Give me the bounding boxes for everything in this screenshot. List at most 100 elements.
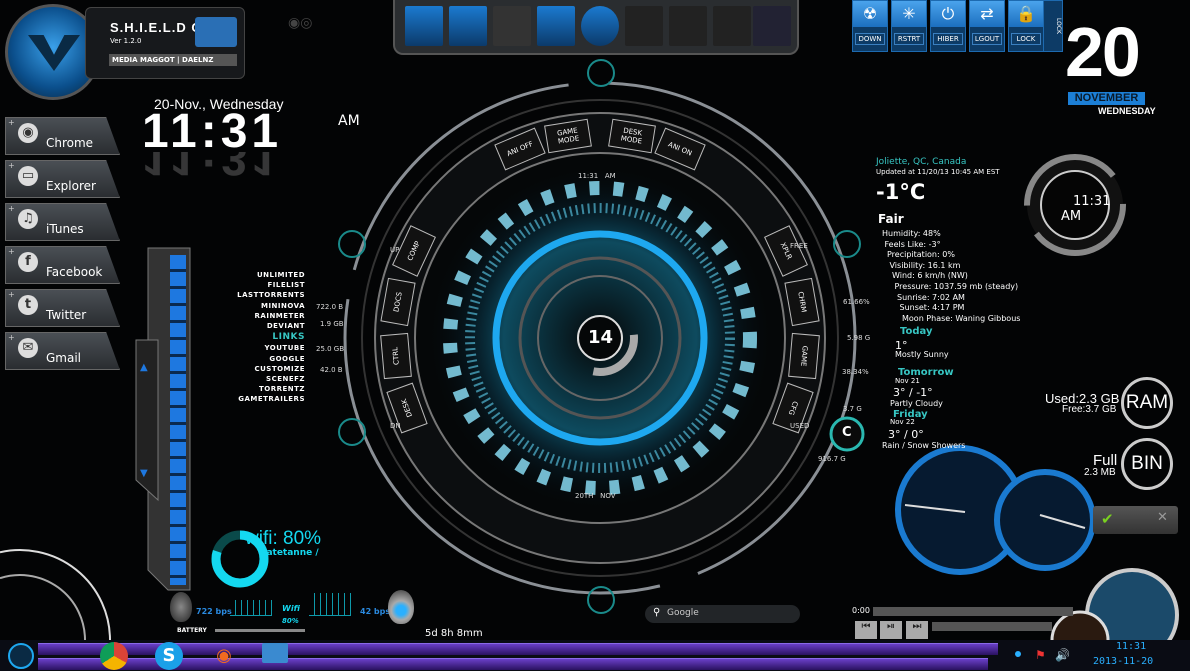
dock-item-explorer[interactable]: + ▭ Explorer — [5, 160, 120, 198]
player-time: 0:00 — [852, 606, 870, 615]
weather-detail: Sunset: 4:17 PM — [899, 303, 965, 313]
server-icon[interactable] — [493, 6, 531, 46]
disk-free: 3.7 G — [843, 405, 862, 413]
power-button-hiber[interactable]: ⏻ HIBER — [930, 0, 966, 52]
chrome-taskbar-icon[interactable] — [100, 642, 128, 670]
clock-time: 11:31 — [142, 105, 283, 158]
hiber-icon: ⏻ — [931, 1, 965, 27]
settings-icon[interactable]: ◉◎ — [288, 16, 322, 30]
volume-bar[interactable] — [932, 622, 1052, 631]
power-button-lgout[interactable]: ⇄ LGOUT — [969, 0, 1005, 52]
link-deviant[interactable]: DEVIANT — [215, 322, 305, 330]
calendar-weekday: WEDNESDAY — [1098, 106, 1156, 116]
link-stat: 25.0 GB — [316, 345, 345, 353]
hud-label-dn: DN — [390, 422, 401, 430]
drive-letter: C — [842, 425, 852, 440]
weather-detail: Feels Like: -3° — [884, 239, 941, 249]
play-pause-button[interactable]: ⏯ — [880, 621, 902, 639]
wifi-mid-percent: 80% — [282, 617, 299, 625]
search-box[interactable]: ⚲ Google — [645, 605, 800, 623]
calendar-month: NOVEMBER — [1068, 92, 1145, 105]
link-filelist[interactable]: FILELIST — [215, 281, 305, 289]
lock-icon: 🔒 — [1009, 1, 1043, 27]
toggle-switch[interactable]: ✔ ✕ — [1093, 506, 1178, 534]
mail-icon: ✉ — [18, 338, 38, 358]
link-google[interactable]: GOOGLE — [215, 355, 305, 363]
link-mininova[interactable]: MININOVA — [215, 302, 305, 310]
link-unlimited[interactable]: UNLIMITED — [215, 271, 305, 279]
forecast-condition: Partly Cloudy — [890, 399, 943, 408]
link-gametrailers[interactable]: GAMETRAILERS — [215, 395, 305, 403]
taskbar-time[interactable]: 11:31 — [1116, 641, 1146, 653]
previous-button[interactable]: ⏮ — [855, 621, 877, 639]
link-rainmeter[interactable]: RAINMETER — [215, 312, 305, 320]
skype-taskbar-icon[interactable]: S — [155, 642, 183, 670]
document-icon[interactable] — [537, 6, 575, 46]
chrome-icon: ◉ — [18, 123, 38, 143]
folder-icon: ▭ — [18, 166, 38, 186]
link-stat: 42.0 B — [320, 366, 343, 374]
tower-icon[interactable] — [713, 6, 751, 46]
dock-item-facebook[interactable]: + f Facebook — [5, 246, 120, 284]
wifi-mid-label: Wifi — [282, 604, 300, 613]
twitter-icon: t — [18, 295, 38, 315]
dock-item-chrome[interactable]: + ◉ Chrome — [5, 117, 120, 155]
wifi-ssid: patetanne / — [260, 548, 319, 558]
dock-item-gmail[interactable]: + ✉ Gmail — [5, 332, 120, 370]
hud-button-ctrl[interactable]: CTRL — [379, 332, 412, 379]
forecast-date: Nov 22 — [890, 418, 915, 426]
scroll-down-icon[interactable]: ▼ — [140, 468, 148, 479]
link-youtube[interactable]: YOUTUBE — [215, 344, 305, 352]
clock-time-reflection: 11:31 — [142, 152, 283, 182]
bin-size: 2.3 MB — [1084, 467, 1116, 478]
search-input[interactable]: Google — [667, 608, 699, 618]
power-button-down[interactable]: ☢ DOWN — [852, 0, 888, 52]
power-button-rstrt[interactable]: ✳ RSTRT — [891, 0, 927, 52]
dock-item-itunes[interactable]: + ♫ iTunes — [5, 203, 120, 241]
weather-detail: Sunrise: 7:02 AM — [897, 292, 965, 302]
hud-label-free: FREE — [790, 242, 808, 250]
link-customize[interactable]: CUSTOMIZE — [215, 365, 305, 373]
recycle-bin-button[interactable]: BIN — [1121, 438, 1173, 490]
speaker-icon[interactable]: 🔊 — [1055, 648, 1070, 662]
user-icon[interactable] — [581, 6, 619, 46]
ram-button[interactable]: RAM — [1121, 377, 1173, 429]
apple-icon[interactable] — [195, 17, 237, 47]
power-button-label: RSTRT — [894, 33, 924, 45]
link-torrentz[interactable]: TORRENTZ — [215, 385, 305, 393]
cpu-center-value: 14 — [588, 327, 614, 348]
weather-condition: Fair — [878, 212, 904, 226]
link-scenefz[interactable]: SCENEFZ — [215, 375, 305, 383]
power-button-label: DOWN — [855, 33, 885, 45]
add-icon: + — [8, 161, 15, 170]
lock-side-button[interactable]: LOCK — [1043, 0, 1063, 52]
tool-icon[interactable] — [625, 6, 663, 46]
computer-icon[interactable] — [669, 6, 707, 46]
start-button[interactable] — [8, 643, 34, 669]
dock-item-twitter[interactable]: + t Twitter — [5, 289, 120, 327]
power-button-label: LGOUT — [972, 33, 1002, 45]
check-icon: ✔ — [1101, 510, 1114, 528]
link-lasttorrents[interactable]: LASTTORRENTS — [215, 291, 305, 299]
power-button-lock[interactable]: 🔒 LOCK — [1008, 0, 1044, 52]
dock-item-label: Facebook — [46, 265, 103, 279]
upload-graph — [309, 593, 351, 616]
monitors-icon[interactable] — [449, 6, 487, 46]
dock-item-label: Chrome — [46, 136, 94, 150]
scroll-up-icon[interactable]: ▲ — [140, 362, 148, 373]
monitor-icon[interactable] — [405, 6, 443, 46]
origin-taskbar-icon[interactable]: ◉ — [210, 642, 238, 670]
next-button[interactable]: ⏭ — [906, 621, 928, 639]
seek-bar[interactable] — [873, 607, 1073, 616]
link-links[interactable]: LINKS — [215, 332, 305, 342]
music-icon: ♫ — [18, 209, 38, 229]
hud-label-date: 20TH NOV — [575, 492, 616, 500]
volume-meter[interactable] — [170, 255, 186, 585]
network-status-icon[interactable] — [1015, 651, 1021, 657]
taskbar-date[interactable]: 2013-11-20 — [1093, 656, 1153, 668]
desktop-taskbar-icon[interactable] — [262, 643, 288, 663]
clock-ampm: AM — [338, 113, 360, 129]
hud-button-game[interactable]: GAME — [788, 332, 821, 379]
action-center-flag-icon[interactable]: ⚑ — [1035, 648, 1046, 662]
drive-icon[interactable] — [753, 6, 791, 46]
